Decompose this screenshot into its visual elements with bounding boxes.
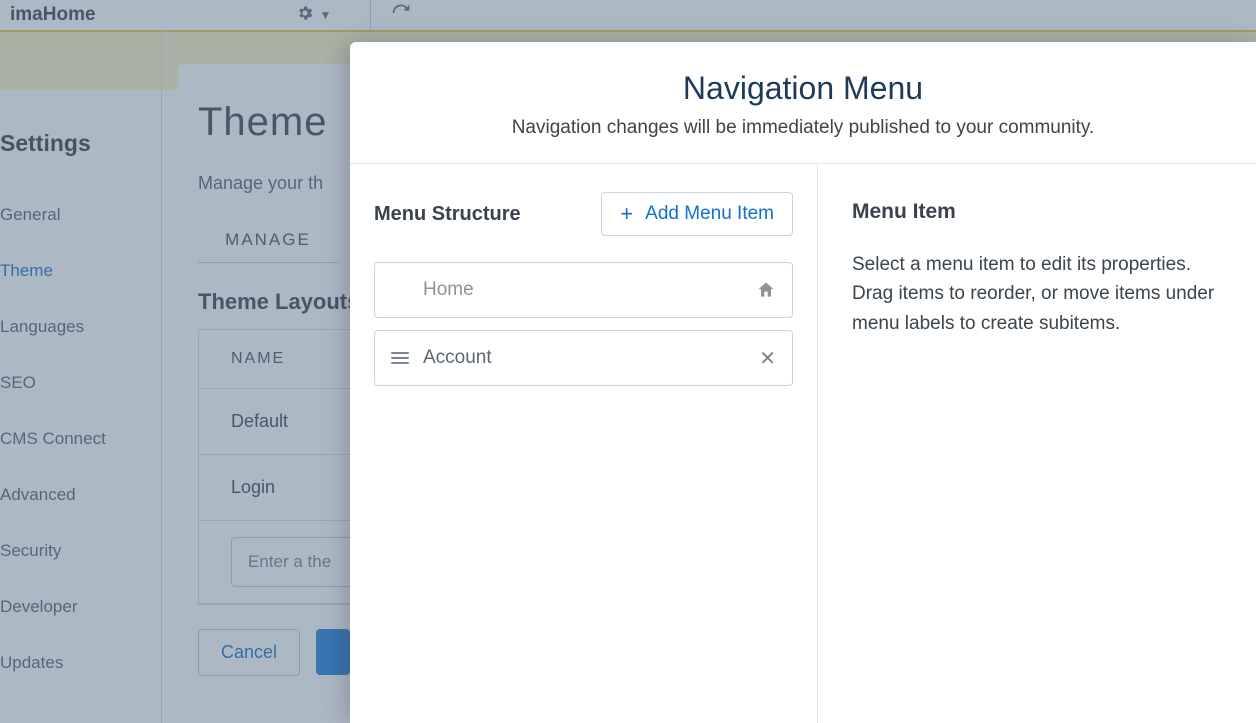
menu-item-detail-panel: Menu Item Select a menu item to edit its… [818, 164, 1256, 723]
menu-structure-panel: Menu Structure + Add Menu Item Home [350, 164, 818, 723]
menu-item-label: Account [423, 347, 759, 369]
menu-item-account[interactable]: Account ✕ [374, 330, 793, 386]
home-icon [756, 280, 776, 300]
modal-subtitle: Navigation changes will be immediately p… [370, 117, 1236, 139]
modal-title: Navigation Menu [370, 70, 1236, 107]
menu-item-label: Home [423, 279, 756, 301]
menu-item-home[interactable]: Home [374, 262, 793, 318]
close-icon[interactable]: ✕ [759, 346, 776, 371]
add-menu-item-label: Add Menu Item [645, 203, 774, 225]
drag-handle-icon[interactable] [391, 352, 409, 364]
detail-title: Menu Item [852, 200, 1222, 224]
add-menu-item-button[interactable]: + Add Menu Item [601, 192, 793, 236]
navigation-menu-modal: Navigation Menu Navigation changes will … [350, 42, 1256, 723]
menu-structure-label: Menu Structure [374, 203, 521, 226]
modal-header: Navigation Menu Navigation changes will … [350, 42, 1256, 164]
plus-icon: + [620, 203, 633, 225]
detail-help-text: Select a menu item to edit its propertie… [852, 250, 1222, 338]
